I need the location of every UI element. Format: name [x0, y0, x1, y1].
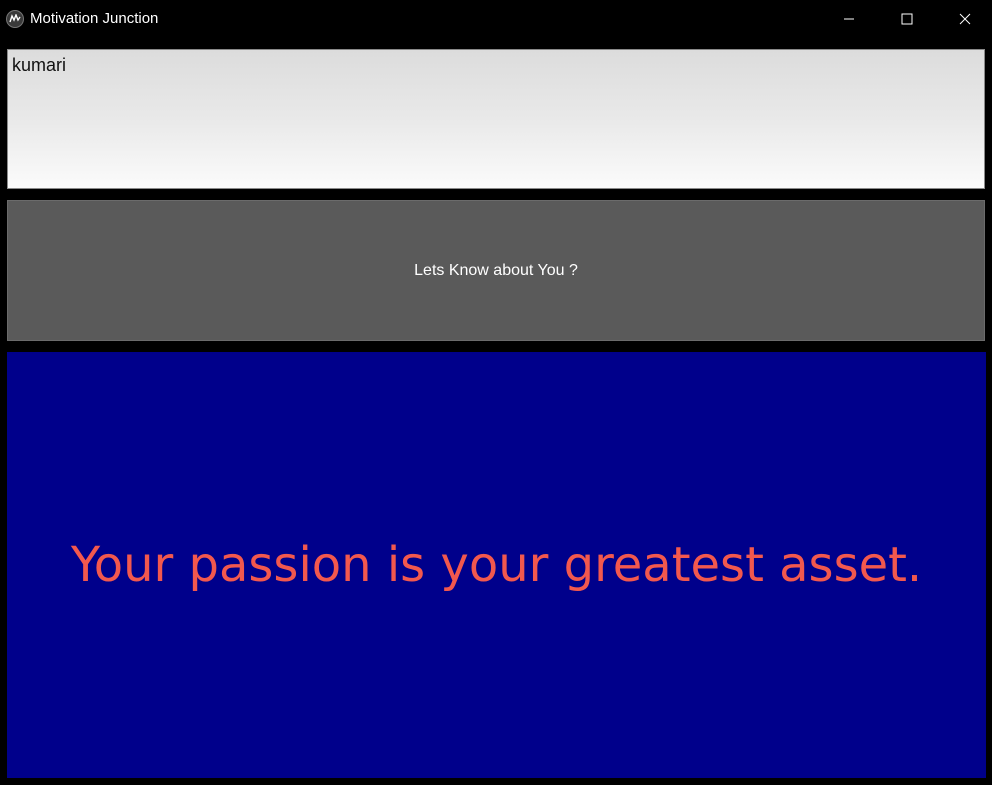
- close-button[interactable]: [942, 0, 988, 38]
- title-bar[interactable]: Motivation Junction: [0, 0, 992, 38]
- kivy-logo-icon: [6, 10, 24, 28]
- maximize-icon: [901, 13, 913, 25]
- maximize-button[interactable]: [884, 0, 930, 38]
- app-window: Motivation Junction kumari Lets Know abo…: [0, 0, 992, 785]
- close-icon: [959, 13, 971, 25]
- quote-panel: Your passion is your greatest asset.: [7, 352, 986, 778]
- name-input[interactable]: kumari: [7, 49, 985, 189]
- know-about-you-button-label: Lets Know about You ?: [414, 261, 578, 279]
- minimize-icon: [844, 18, 854, 20]
- window-title: Motivation Junction: [30, 10, 159, 27]
- motivational-quote: Your passion is your greatest asset.: [70, 537, 923, 593]
- minimize-button[interactable]: [826, 0, 872, 38]
- know-about-you-button[interactable]: Lets Know about You ?: [7, 200, 985, 341]
